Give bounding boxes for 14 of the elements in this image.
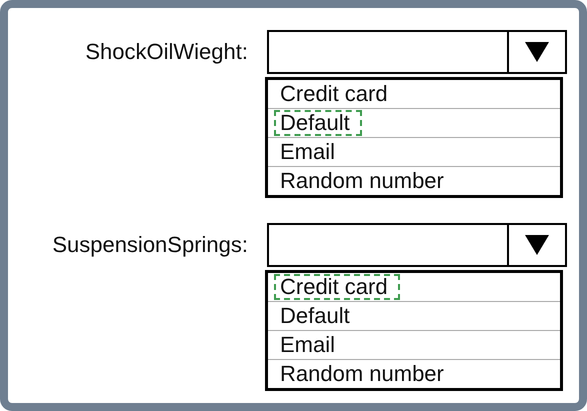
caret-icon <box>525 235 549 255</box>
dropdown[interactable] <box>267 30 567 74</box>
dropdown-option[interactable]: Credit card <box>274 274 400 300</box>
caret-icon <box>525 42 549 62</box>
field-label: ShockOilWieght: <box>84 39 248 65</box>
dropdown-option[interactable]: Random number <box>274 168 450 194</box>
dropdown-option[interactable]: Default <box>274 303 356 329</box>
dropdown-option[interactable]: Email <box>274 332 342 358</box>
dropdown-option[interactable]: Random number <box>274 361 450 387</box>
dropdown[interactable] <box>267 223 567 267</box>
dropdown-option[interactable]: Default <box>274 110 362 136</box>
dropdown-option[interactable]: Credit card <box>274 81 394 107</box>
dropdown-option[interactable]: Email <box>274 139 342 165</box>
field-label: SuspensionSprings: <box>51 232 248 258</box>
